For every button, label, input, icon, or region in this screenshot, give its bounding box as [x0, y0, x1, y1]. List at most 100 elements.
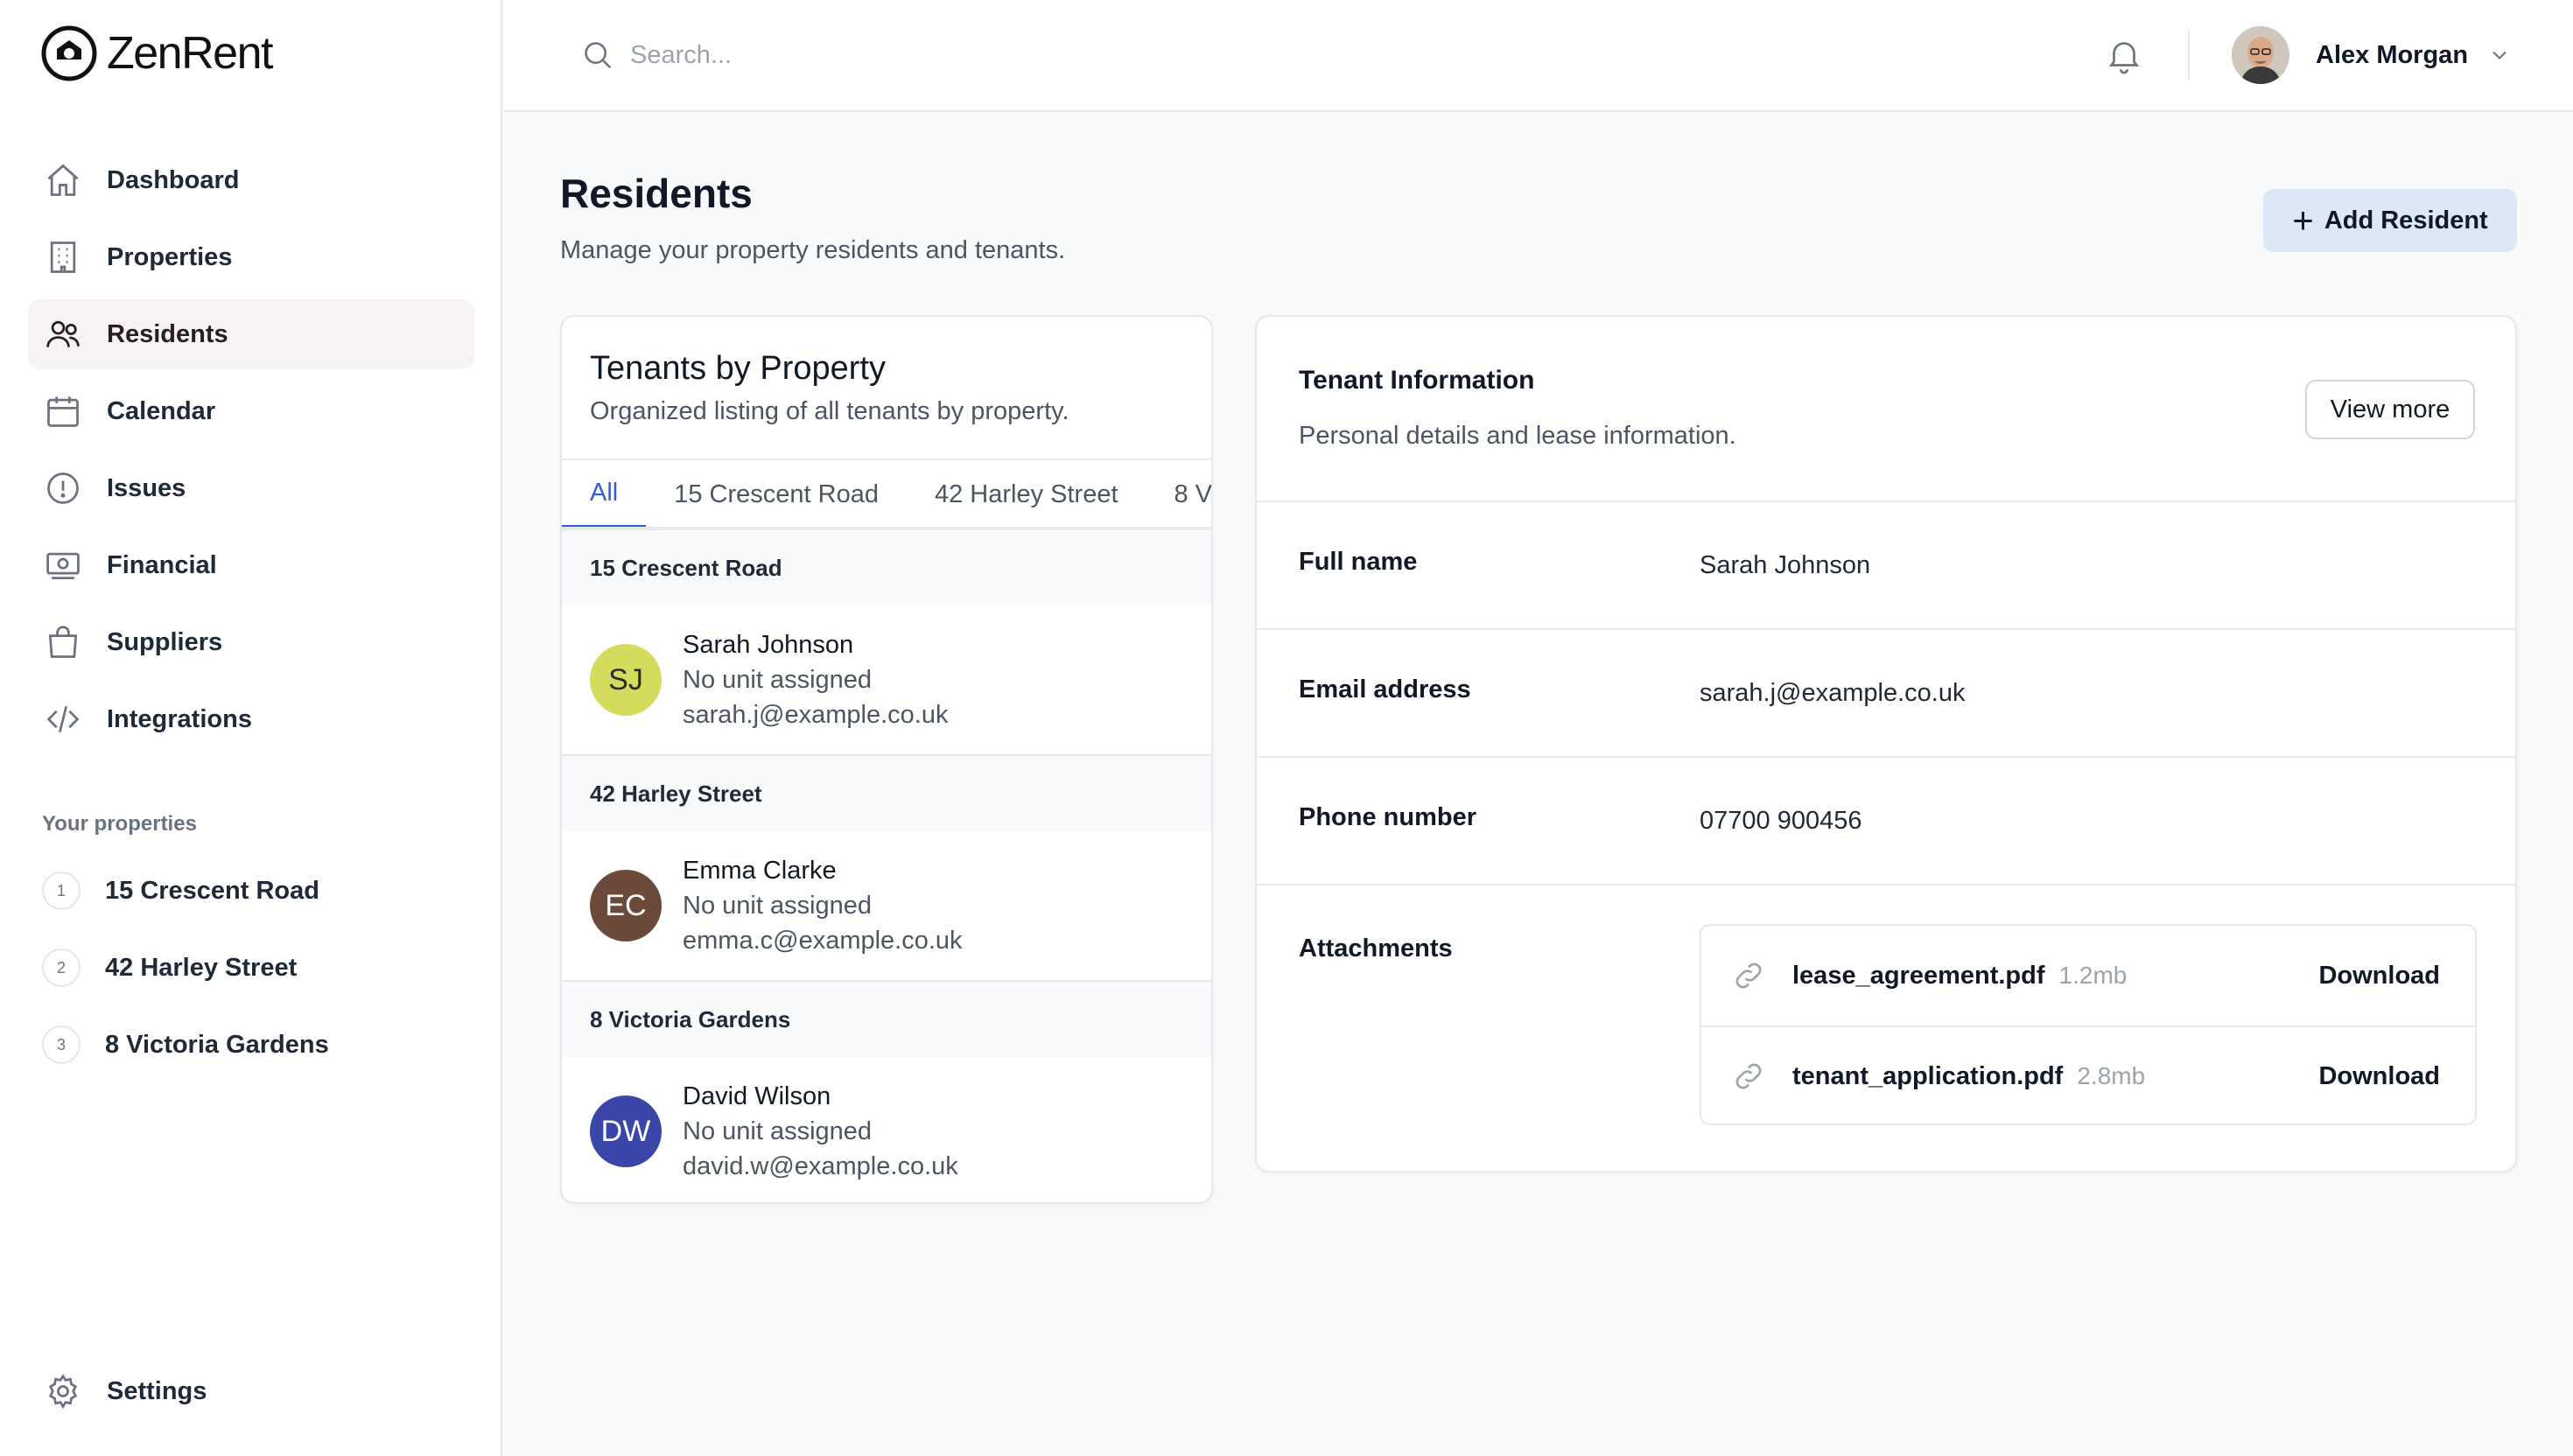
field-value: 07700 900456	[1700, 807, 1862, 835]
paperclip-icon	[1735, 1063, 1762, 1089]
list-item[interactable]: DW David Wilson No unit assigned david.w…	[562, 1057, 1211, 1202]
add-resident-button[interactable]: + Add Resident	[2263, 189, 2517, 252]
file-name: lease_agreement.pdf	[1792, 961, 2045, 990]
tenant-name: David Wilson	[683, 1082, 831, 1110]
field-value: sarah.j@example.co.uk	[1700, 679, 1966, 707]
your-properties-heading: Your properties	[42, 812, 197, 836]
tab-15-crescent-road[interactable]: 15 Crescent Road	[646, 460, 907, 527]
tenant-info: David Wilson No unit assigned david.w@ex…	[683, 1079, 958, 1184]
property-number-badge: 3	[42, 1026, 81, 1064]
card-title: Tenant Information	[1299, 366, 1535, 395]
tenant-info: Sarah Johnson No unit assigned sarah.j@e…	[683, 627, 948, 732]
tab-all[interactable]: All	[562, 460, 647, 527]
attachment-item: lease_agreement.pdf 1.2mb Download	[1701, 926, 2475, 1026]
main-nav: Dashboard Properties Residents Calendar …	[28, 145, 474, 761]
user-menu[interactable]: Alex Morgan	[2232, 24, 2512, 86]
avatar: SJ	[590, 644, 662, 716]
plus-icon: +	[2292, 200, 2314, 241]
sidebar-item-suppliers[interactable]: Suppliers	[28, 607, 474, 677]
settings-section: Settings	[28, 1356, 474, 1433]
card-subtitle: Personal details and lease information.	[1299, 422, 1736, 450]
tenants-by-property-card: Tenants by Property Organized listing of…	[560, 315, 1213, 1204]
tenant-email: emma.c@example.co.uk	[683, 927, 963, 955]
tenant-info: Emma Clarke No unit assigned emma.c@exam…	[683, 853, 963, 958]
app-name: ZenRent	[107, 28, 273, 79]
card-title: Tenants by Property	[590, 350, 886, 387]
avatar: DW	[590, 1096, 662, 1167]
search-bar	[581, 33, 1369, 77]
property-list: 1 15 Crescent Road 2 42 Harley Street 3 …	[28, 856, 474, 1087]
sidebar-property-1[interactable]: 1 15 Crescent Road	[28, 856, 474, 926]
top-bar: Alex Morgan	[504, 0, 2573, 112]
sidebar-item-calendar[interactable]: Calendar	[28, 376, 474, 446]
building-icon	[44, 238, 82, 276]
list-item[interactable]: SJ Sarah Johnson No unit assigned sarah.…	[562, 606, 1211, 754]
tenant-email: sarah.j@example.co.uk	[683, 701, 949, 729]
divider	[2188, 30, 2190, 79]
sidebar-item-dashboard[interactable]: Dashboard	[28, 145, 474, 215]
sidebar-item-financial[interactable]: Financial	[28, 530, 474, 600]
sidebar-item-integrations[interactable]: Integrations	[28, 684, 474, 754]
info-row-full-name: Full name Sarah Johnson	[1257, 500, 2515, 628]
sidebar-item-label: Calendar	[107, 396, 216, 425]
search-icon	[585, 42, 612, 69]
logo-icon	[41, 25, 97, 81]
property-label: 15 Crescent Road	[105, 876, 319, 905]
property-label: 42 Harley Street	[105, 953, 298, 982]
info-row-phone: Phone number 07700 900456	[1257, 756, 2515, 884]
home-icon	[44, 161, 82, 200]
gear-icon	[44, 1372, 82, 1410]
group-header: 42 Harley Street	[562, 754, 1211, 831]
tenant-unit: No unit assigned	[683, 666, 873, 694]
page-subtitle: Manage your property residents and tenan…	[560, 236, 1066, 264]
group-header: 15 Crescent Road	[562, 528, 1211, 606]
search-input[interactable]	[630, 40, 1330, 70]
property-number-badge: 2	[42, 948, 81, 987]
sidebar-item-settings[interactable]: Settings	[28, 1356, 474, 1426]
sidebar-item-label: Suppliers	[107, 627, 223, 656]
sidebar-property-3[interactable]: 3 8 Victoria Gardens	[28, 1010, 474, 1080]
sidebar-property-2[interactable]: 2 42 Harley Street	[28, 933, 474, 1003]
sidebar-item-label: Properties	[107, 242, 233, 271]
calendar-icon	[44, 392, 82, 430]
bell-icon[interactable]	[2104, 35, 2144, 75]
property-label: 8 Victoria Gardens	[105, 1030, 329, 1059]
info-row-email: Email address sarah.j@example.co.uk	[1257, 628, 2515, 756]
sidebar-item-label: Financial	[107, 550, 217, 579]
file-size: 2.8mb	[2077, 1062, 2146, 1089]
sidebar-item-label: Settings	[107, 1376, 207, 1405]
tab-42-harley-street[interactable]: 42 Harley Street	[907, 460, 1146, 527]
tab-8-victoria-gardens[interactable]: 8 Victoria Gardens	[1146, 460, 1211, 527]
code-icon	[44, 700, 82, 738]
sidebar-item-residents[interactable]: Residents	[28, 299, 474, 369]
field-label: Email address	[1299, 676, 1471, 704]
logo[interactable]: ZenRent	[40, 24, 273, 82]
view-more-button[interactable]: View more	[2305, 380, 2475, 439]
sidebar-item-issues[interactable]: Issues	[28, 453, 474, 523]
avatar: EC	[590, 870, 662, 942]
sidebar-item-label: Issues	[107, 473, 186, 502]
field-value: Sarah Johnson	[1700, 551, 1871, 579]
list-item[interactable]: EC Emma Clarke No unit assigned emma.c@e…	[562, 831, 1211, 980]
field-label: Phone number	[1299, 803, 1477, 831]
tenant-email: david.w@example.co.uk	[683, 1152, 958, 1180]
download-button[interactable]: Download	[2318, 1062, 2440, 1091]
field-label: Full name	[1299, 548, 1418, 576]
attachment-item: tenant_application.pdf 2.8mb Download	[1701, 1026, 2475, 1125]
group-header: 8 Victoria Gardens	[562, 980, 1211, 1057]
property-tabs: All 15 Crescent Road 42 Harley Street 8 …	[562, 458, 1211, 528]
tenant-information-card: Tenant Information Personal details and …	[1255, 315, 2517, 1172]
tenant-name: Emma Clarke	[683, 857, 837, 885]
file-size: 1.2mb	[2058, 962, 2128, 989]
paperclip-icon	[1735, 962, 1762, 989]
field-label: Attachments	[1299, 934, 1453, 962]
file-name: tenant_application.pdf	[1792, 1061, 2064, 1090]
sidebar: ZenRent Dashboard Properties Residents C…	[0, 0, 502, 1456]
add-resident-label: Add Resident	[2324, 206, 2488, 234]
sidebar-item-properties[interactable]: Properties	[28, 222, 474, 292]
download-button[interactable]: Download	[2318, 962, 2440, 990]
chevron-down-icon	[2487, 43, 2512, 67]
attachments-list: lease_agreement.pdf 1.2mb Download tenan…	[1700, 924, 2477, 1125]
tenant-unit: No unit assigned	[683, 1117, 873, 1145]
banknote-icon	[44, 546, 82, 584]
